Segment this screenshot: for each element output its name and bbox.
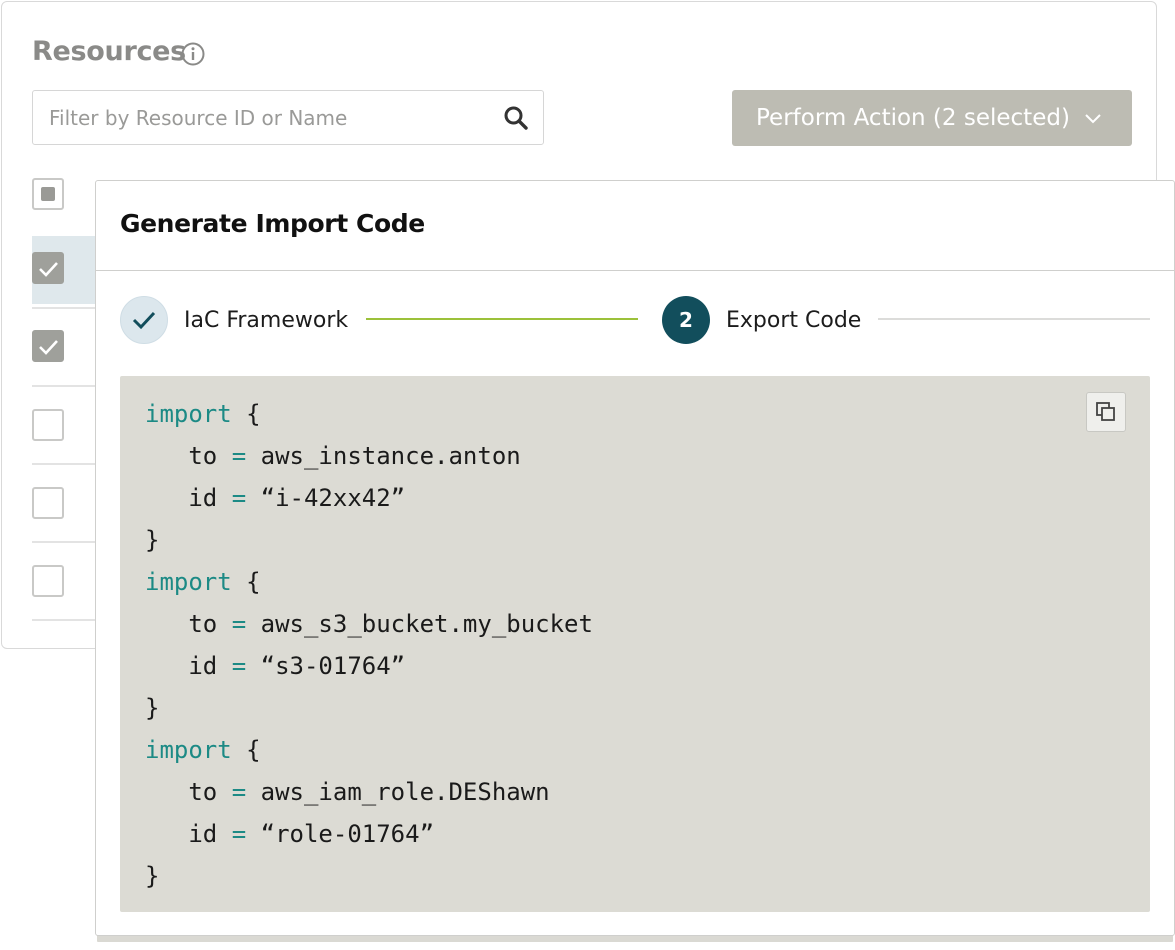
code-value: aws_s3_bucket.my_bucket [260, 610, 593, 638]
code-block: import { to = aws_instance.anton id = “i… [120, 376, 1150, 912]
search-input[interactable] [47, 91, 491, 145]
code-keyword: import [145, 568, 232, 596]
code-brace: } [145, 862, 160, 890]
code-key: id [188, 484, 218, 512]
code-operator: = [231, 820, 247, 848]
code-value: “i-42xx42” [260, 484, 406, 512]
code-line: to = aws_instance.anton [145, 435, 593, 477]
chevron-down-icon [1085, 114, 1101, 124]
code-line: } [145, 855, 593, 897]
row-checkbox[interactable] [32, 409, 64, 441]
copy-button[interactable] [1086, 392, 1126, 432]
code-key: to [188, 610, 218, 638]
code-line: import { [145, 393, 593, 435]
row-divider [32, 385, 102, 387]
code-brace: { [246, 568, 261, 596]
code-brace: { [246, 736, 261, 764]
step-label-export-code[interactable]: Export Code [726, 308, 861, 333]
step-active-indicator[interactable]: 2 [662, 296, 710, 344]
step-connector-pending [878, 318, 1150, 320]
code-keyword: import [145, 736, 232, 764]
code-value: aws_iam_role.DEShawn [260, 778, 550, 806]
code-brace: } [145, 694, 160, 722]
info-icon[interactable] [180, 41, 206, 67]
generate-import-code-modal: Generate Import Code IaC Framework 2 Exp… [95, 180, 1175, 936]
code-brace: } [145, 526, 160, 554]
code-brace: { [246, 400, 261, 428]
resources-title: Resources [32, 36, 186, 67]
code-key: to [188, 442, 218, 470]
code-keyword: import [145, 400, 232, 428]
search-icon[interactable] [503, 105, 529, 131]
code-line: import { [145, 729, 593, 771]
code-value: “s3-01764” [260, 652, 406, 680]
code-line: to = aws_iam_role.DEShawn [145, 771, 593, 813]
row-divider [32, 541, 102, 543]
code-key: id [188, 820, 218, 848]
import-code: import { to = aws_instance.anton id = “i… [145, 393, 593, 897]
code-line: import { [145, 561, 593, 603]
row-checkbox[interactable] [32, 487, 64, 519]
code-line: id = “s3-01764” [145, 645, 593, 687]
checkmark-icon [39, 340, 58, 355]
code-line: to = aws_s3_bucket.my_bucket [145, 603, 593, 645]
perform-action-label: Perform Action (2 selected) [756, 105, 1070, 131]
stepper: IaC Framework 2 Export Code [96, 271, 1174, 351]
modal-header: Generate Import Code [96, 181, 1174, 271]
row-checkbox[interactable] [32, 565, 64, 597]
select-all-checkbox[interactable] [32, 178, 64, 210]
code-operator: = [231, 484, 247, 512]
code-operator: = [231, 778, 247, 806]
code-line: } [145, 519, 593, 561]
code-operator: = [231, 652, 247, 680]
code-operator: = [231, 442, 247, 470]
code-key: to [188, 778, 218, 806]
resource-search[interactable] [32, 90, 544, 145]
row-divider [32, 619, 102, 621]
step-connector-complete [366, 318, 638, 320]
step-completed-indicator[interactable] [120, 296, 168, 344]
row-divider [32, 463, 102, 465]
row-divider [32, 307, 102, 309]
row-checkbox[interactable] [32, 330, 64, 362]
code-operator: = [231, 610, 247, 638]
code-key: id [188, 652, 218, 680]
code-line: } [145, 687, 593, 729]
code-line: id = “i-42xx42” [145, 477, 593, 519]
modal-title: Generate Import Code [120, 209, 425, 238]
code-line: id = “role-01764” [145, 813, 593, 855]
checkmark-icon [132, 311, 156, 330]
step-label-iac-framework[interactable]: IaC Framework [184, 308, 348, 333]
code-value: aws_instance.anton [260, 442, 521, 470]
row-checkbox[interactable] [32, 252, 64, 284]
code-value: “role-01764” [260, 820, 435, 848]
perform-action-button[interactable]: Perform Action (2 selected) [732, 90, 1132, 146]
checkmark-icon [39, 262, 58, 277]
copy-icon [1096, 402, 1115, 421]
